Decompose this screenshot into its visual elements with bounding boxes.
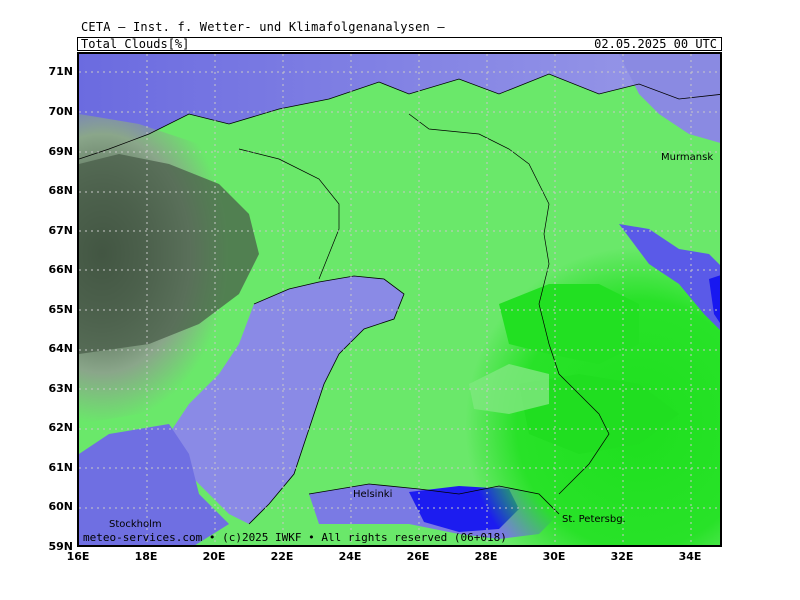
lat-label: 71N xyxy=(48,65,73,78)
lon-label: 32E xyxy=(610,550,634,563)
lon-label: 22E xyxy=(270,550,294,563)
map-header-bar: Total_Clouds[%] 02.05.2025 00 UTC xyxy=(77,37,722,51)
city-label-stockholm: Stockholm xyxy=(109,519,162,530)
lon-label: 28E xyxy=(474,550,498,563)
lat-label: 63N xyxy=(48,382,73,395)
map-frame: Murmansk Helsinki St. Petersbg. Stockhol… xyxy=(77,52,722,547)
lat-label: 66N xyxy=(48,263,73,276)
lat-label: 60N xyxy=(48,500,73,513)
valid-datetime: 02.05.2025 00 UTC xyxy=(594,37,717,51)
parameter-label: Total_Clouds[%] xyxy=(81,37,190,51)
cloud-cover-map xyxy=(79,54,720,545)
lon-label: 20E xyxy=(202,550,226,563)
city-label-helsinki: Helsinki xyxy=(353,489,393,500)
lat-label: 65N xyxy=(48,303,73,316)
lat-label: 69N xyxy=(48,145,73,158)
lat-label: 67N xyxy=(48,224,73,237)
lon-label: 30E xyxy=(542,550,566,563)
city-label-murmansk: Murmansk xyxy=(661,152,714,163)
lon-label: 16E xyxy=(66,550,90,563)
lat-label: 62N xyxy=(48,421,73,434)
lat-label: 68N xyxy=(48,184,73,197)
lon-label: 26E xyxy=(406,550,430,563)
lat-label: 70N xyxy=(48,105,73,118)
lat-label: 61N xyxy=(48,461,73,474)
copyright-notice: meteo-services.com • (c)2025 IWKF • All … xyxy=(83,531,507,544)
city-label-st-petersburg: St. Petersbg. xyxy=(562,514,626,525)
lon-label: 18E xyxy=(134,550,158,563)
lon-label: 34E xyxy=(678,550,702,563)
lon-label: 24E xyxy=(338,550,362,563)
page-title: CETA – Inst. f. Wetter- und Klimafolgena… xyxy=(81,20,445,34)
lat-label: 64N xyxy=(48,342,73,355)
